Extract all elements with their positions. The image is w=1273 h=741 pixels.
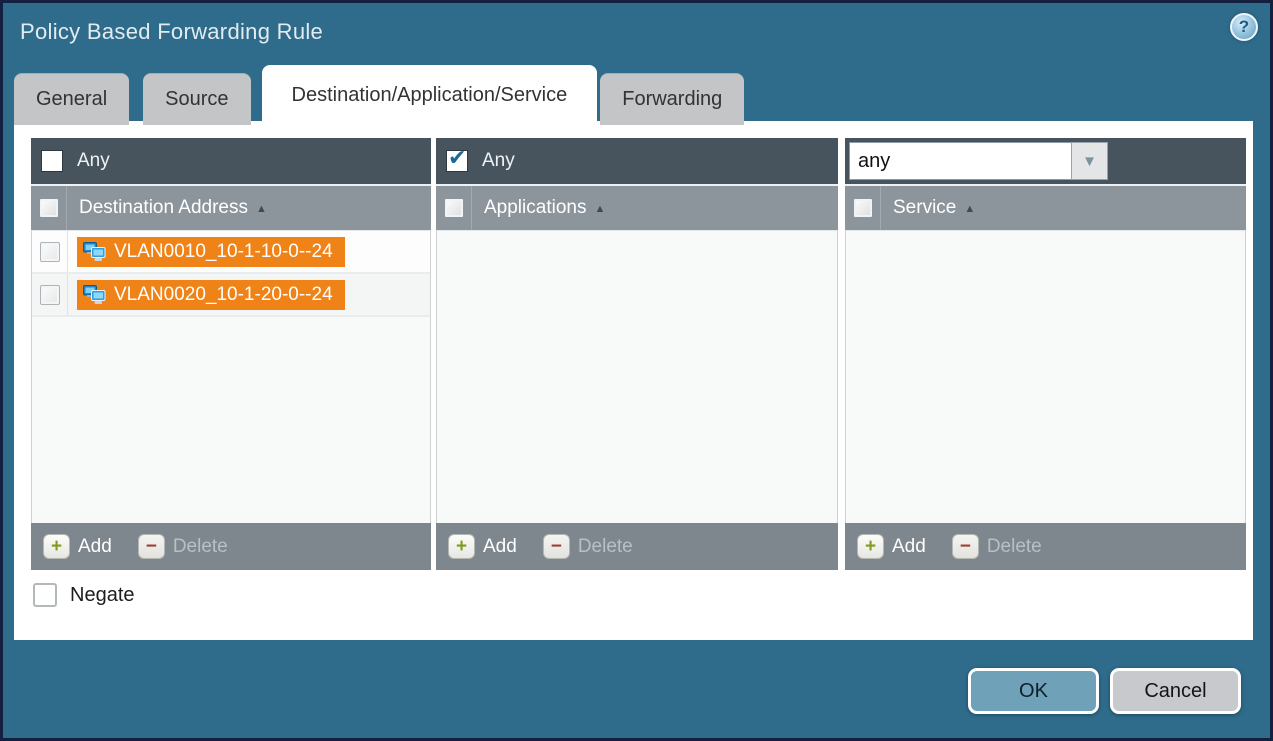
negate-label: Negate — [70, 584, 135, 607]
negate-option: Negate — [33, 583, 135, 607]
service-toolbar: + Add − Delete — [845, 523, 1246, 570]
destination-selectall-checkbox[interactable] — [39, 198, 59, 218]
tab-content-panel: Any Destination Address ▲ — [14, 121, 1253, 640]
delete-icon: − — [952, 534, 979, 559]
table-row[interactable]: VLAN0010_10-1-10-0--24 — [32, 231, 430, 274]
applications-list — [436, 230, 838, 523]
service-column: ▼ Service ▲ + Add − Delete — [845, 138, 1246, 570]
delete-button[interactable]: − Delete — [543, 534, 633, 559]
add-button[interactable]: + Add — [448, 534, 517, 559]
sort-ascending-icon: ▲ — [964, 203, 975, 215]
applications-header-sort[interactable]: Applications ▲ — [484, 197, 605, 219]
row-checkbox[interactable] — [40, 242, 60, 262]
service-column-header: Service ▲ — [845, 184, 1246, 230]
applications-any-bar: ✔ Any — [436, 138, 838, 184]
applications-any-checkbox[interactable]: ✔ — [446, 150, 468, 172]
delete-icon: − — [543, 534, 570, 559]
service-list — [845, 230, 1246, 523]
applications-selectall-checkbox[interactable] — [444, 198, 464, 218]
chevron-down-icon: ▼ — [1082, 153, 1097, 170]
address-object-label: VLAN0020_10-1-20-0--24 — [114, 284, 333, 306]
applications-column-header: Applications ▲ — [436, 184, 838, 230]
destination-list: VLAN0010_10-1-10-0--24 — [31, 230, 431, 523]
service-any-bar: ▼ — [845, 138, 1246, 184]
delete-button[interactable]: − Delete — [138, 534, 228, 559]
service-dropdown-input[interactable] — [849, 142, 1071, 180]
service-dropdown: ▼ — [849, 142, 1108, 180]
destination-column-header: Destination Address ▲ — [31, 184, 431, 230]
table-row[interactable]: VLAN0020_10-1-20-0--24 — [32, 274, 430, 317]
add-icon: + — [448, 534, 475, 559]
add-button[interactable]: + Add — [857, 534, 926, 559]
policy-forwarding-dialog: Policy Based Forwarding Rule ? General S… — [0, 0, 1273, 741]
applications-any-label: Any — [482, 150, 515, 172]
delete-icon: − — [138, 534, 165, 559]
add-icon: + — [857, 534, 884, 559]
add-icon: + — [43, 534, 70, 559]
address-object-tag[interactable]: VLAN0020_10-1-20-0--24 — [77, 280, 345, 310]
service-header-sort[interactable]: Service ▲ — [893, 197, 975, 219]
help-icon[interactable]: ? — [1230, 13, 1258, 41]
address-object-tag[interactable]: VLAN0010_10-1-10-0--24 — [77, 237, 345, 267]
destination-any-bar: Any — [31, 138, 431, 184]
cancel-button[interactable]: Cancel — [1110, 668, 1241, 714]
negate-checkbox[interactable] — [33, 583, 57, 607]
applications-toolbar: + Add − Delete — [436, 523, 838, 570]
sort-ascending-icon: ▲ — [594, 203, 605, 215]
destination-any-checkbox[interactable] — [41, 150, 63, 172]
destination-toolbar: + Add − Delete — [31, 523, 431, 570]
destination-header-sort[interactable]: Destination Address ▲ — [79, 197, 267, 219]
tab-forwarding[interactable]: Forwarding — [600, 73, 744, 125]
applications-column: ✔ Any Applications ▲ + Add − Delete — [436, 138, 838, 570]
tab-source[interactable]: Source — [143, 73, 250, 125]
sort-ascending-icon: ▲ — [256, 203, 267, 215]
network-address-icon — [82, 241, 107, 263]
address-object-label: VLAN0010_10-1-10-0--24 — [114, 241, 333, 263]
checkmark-icon: ✔ — [448, 145, 466, 171]
destination-any-label: Any — [77, 150, 110, 172]
add-button[interactable]: + Add — [43, 534, 112, 559]
row-checkbox[interactable] — [40, 285, 60, 305]
destination-address-column: Any Destination Address ▲ — [31, 138, 431, 570]
ok-button[interactable]: OK — [968, 668, 1099, 714]
service-dropdown-button[interactable]: ▼ — [1071, 142, 1108, 180]
delete-button[interactable]: − Delete — [952, 534, 1042, 559]
tab-destination-application-service[interactable]: Destination/Application/Service — [262, 65, 598, 125]
tab-general[interactable]: General — [14, 73, 129, 125]
network-address-icon — [82, 284, 107, 306]
dialog-title: Policy Based Forwarding Rule — [20, 19, 323, 45]
tab-bar: General Source Destination/Application/S… — [14, 65, 744, 125]
service-selectall-checkbox[interactable] — [853, 198, 873, 218]
